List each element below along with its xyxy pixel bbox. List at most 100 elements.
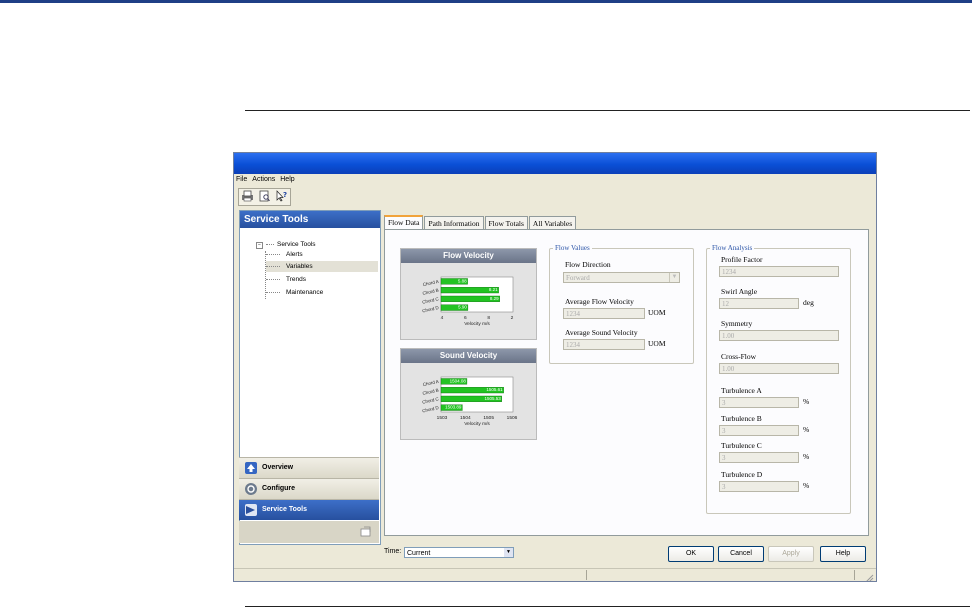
category-label: Chord A [422,379,439,387]
flow-direction-select[interactable]: Forward ▼ [563,272,680,283]
flow-values-title: Flow Values [553,244,592,253]
tab-flow-totals[interactable]: Flow Totals [484,216,528,230]
data-label: 1503.89 [445,405,462,410]
title-bar[interactable] [234,153,876,174]
page-divider-top [245,110,970,111]
turbulence-c-field[interactable]: 3 [719,452,799,463]
turbulence-b-label: Turbulence B [721,414,762,423]
sound-velocity-plot: 1504.08 Chord A 1505.61 Chord B 1505.53 Chord… [422,376,518,427]
gear-icon [245,483,257,495]
tab-content: Flow Velocity 5.88 Chord A 8.21 Chord B 8.29… [384,229,869,536]
data-label: 5.88 [458,278,467,283]
category-label: Chord C [422,396,440,405]
svg-text:?: ? [283,191,287,199]
avg-sound-velocity-unit: UOM [648,339,666,348]
category-label: Chord B [422,388,439,396]
collapse-icon[interactable]: − [256,242,263,249]
turbulence-d-field[interactable]: 3 [719,481,799,492]
chart-title: Flow Velocity [401,249,536,263]
tick-label: 1504 [460,415,471,421]
category-label: Chord C [422,296,440,305]
tree-item-maintenance[interactable]: Maintenance [266,287,378,298]
turbulence-c-label: Turbulence C [721,441,762,450]
swirl-angle-field[interactable]: 12 [719,298,799,309]
nav-configure-label: Configure [262,485,296,492]
chevron-down-icon[interactable]: ▼ [669,273,679,282]
avg-sound-velocity-field[interactable]: 1234 [563,339,645,350]
nav-footer [239,521,379,543]
turbulence-d-label: Turbulence D [721,470,763,479]
tab-all-variables[interactable]: All Variables [528,216,577,230]
status-divider [586,570,587,580]
swirl-angle-unit: deg [803,298,814,307]
data-label: 1504.08 [450,378,467,383]
flow-direction-label: Flow Direction [565,260,611,269]
nav-configure-button[interactable]: Configure [239,478,379,499]
turbulence-d-unit: % [803,481,810,490]
flow-analysis-title: Flow Analysis [710,244,755,253]
sidebar-header: Service Tools [240,211,380,228]
turbulence-b-unit: % [803,425,810,434]
status-bar [234,568,876,581]
resize-grip-icon[interactable] [864,570,874,581]
help-pointer-icon[interactable]: ? [274,190,289,204]
turbulence-b-field[interactable]: 3 [719,425,799,436]
toolbar: ? [238,188,291,206]
page-divider-bottom [245,606,970,607]
app-window: File Actions Help ? Service Tools − Service… [233,152,877,582]
chevron-down-icon[interactable]: ▼ [504,548,513,557]
arrow-up-icon [245,462,257,474]
data-label: 1505.61 [486,387,503,392]
category-label: Chord A [422,279,439,287]
tree-root[interactable]: − Service Tools [256,241,316,249]
turbulence-a-label: Turbulence A [721,386,762,395]
tree-item-alerts[interactable]: Alerts [266,249,378,260]
cross-flow-field[interactable]: 1.00 [719,363,839,374]
turbulence-a-field[interactable]: 3 [719,397,799,408]
menu-bar: File Actions Help [234,174,876,185]
data-label: 5.90 [458,305,467,310]
time-select[interactable]: Current ▼ [404,547,514,558]
tools-icon [245,504,257,516]
configure-buttons-icon[interactable] [360,525,372,543]
tab-path-information[interactable]: Path Information [424,216,484,230]
ok-button[interactable]: OK [668,546,714,562]
data-label: 8.29 [490,296,499,301]
nav-service-tools-button[interactable]: Service Tools [239,499,379,520]
tick-label: 6 [464,315,467,321]
page-top-rule [0,0,972,3]
tick-label: 2 [511,315,514,321]
turbulence-c-unit: % [803,452,810,461]
tick-label: 1503 [437,415,448,421]
print-icon[interactable] [240,190,255,204]
swirl-angle-label: Swirl Angle [721,287,758,296]
axis-label: Velocity m/s [464,321,490,327]
data-label: 1505.53 [484,396,501,401]
symmetry-field[interactable]: 1.00 [719,330,839,341]
cancel-button[interactable]: Cancel [718,546,764,562]
avg-flow-velocity-unit: UOM [648,308,666,317]
menu-actions[interactable]: Actions [252,176,275,183]
cross-flow-label: Cross-Flow [721,352,757,361]
print-preview-icon[interactable] [257,190,272,204]
tick-label: 1506 [507,415,518,421]
nav-overview-button[interactable]: Overview [239,457,379,478]
flow-direction-value: Forward [566,274,590,282]
tree-item-trends[interactable]: Trends [266,274,378,285]
profile-factor-field[interactable]: 1234 [719,266,839,277]
tree-item-variables[interactable]: Variables [266,261,378,272]
flow-velocity-plot: 5.88 Chord A 8.21 Chord B 8.29 Chord C 5.90 Cho… [422,276,514,327]
help-button[interactable]: Help [820,546,866,562]
menu-file[interactable]: File [236,176,247,183]
avg-flow-velocity-label: Average Flow Velocity [565,297,634,306]
data-label: 8.21 [489,287,498,292]
menu-help[interactable]: Help [280,176,294,183]
avg-sound-velocity-label: Average Sound Velocity [565,328,638,337]
sound-velocity-chart: Sound Velocity 1504.08 Chord A 1505.61 Chor… [400,348,537,440]
apply-button[interactable]: Apply [768,546,814,562]
category-label: Chord B [422,288,439,296]
time-value: Current [407,550,431,557]
avg-flow-velocity-field[interactable]: 1234 [563,308,645,319]
flow-values-group: Flow Values Flow Direction Forward ▼ Ave… [549,244,694,364]
tab-strip: Flow Data Path Information Flow Totals A… [384,215,577,232]
